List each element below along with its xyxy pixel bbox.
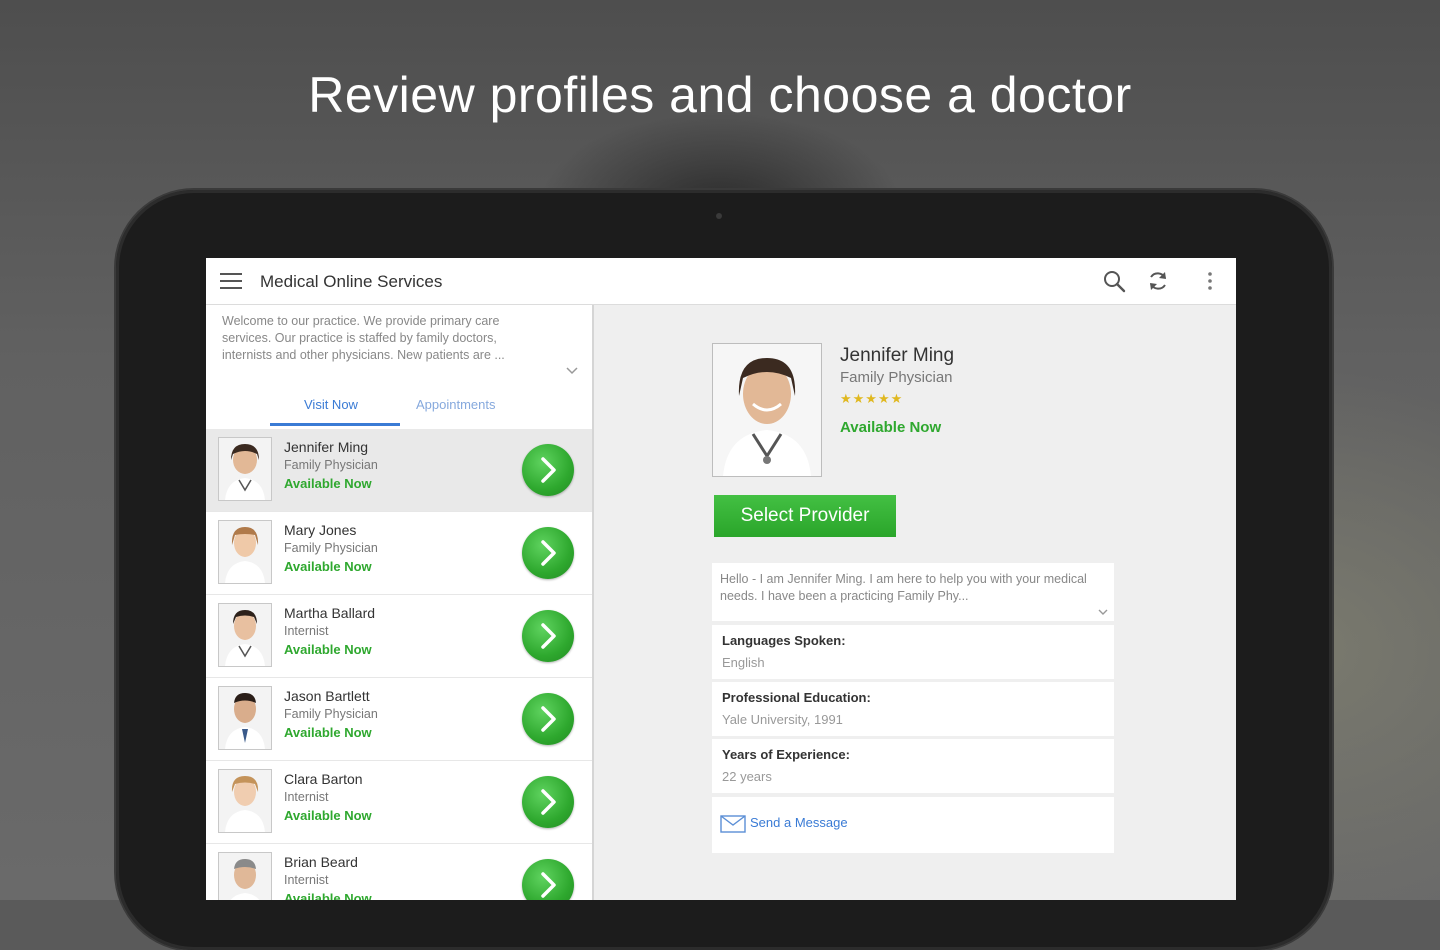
envelope-icon: [720, 815, 746, 833]
chevron-down-icon[interactable]: [1098, 609, 1108, 616]
list-item[interactable]: Mary Jones Family Physician Available No…: [206, 512, 592, 595]
list-item[interactable]: Clara Barton Internist Available Now: [206, 761, 592, 844]
provider-specialty: Family Physician: [284, 541, 378, 555]
camera-dot: [716, 213, 722, 219]
provider-detail-panel: Jennifer Ming Family Physician ★★★★★ Ava…: [594, 305, 1236, 900]
avatar: [218, 769, 272, 833]
availability-status: Available Now: [284, 559, 372, 574]
select-provider-arrow-button[interactable]: [522, 444, 574, 496]
availability-status: Available Now: [284, 808, 372, 823]
list-item[interactable]: Martha Ballard Internist Available Now: [206, 595, 592, 678]
provider-specialty: Internist: [284, 790, 329, 804]
availability-status: Available Now: [284, 725, 372, 740]
avatar: [218, 603, 272, 667]
experience-card: Years of Experience: 22 years: [712, 739, 1114, 793]
list-item[interactable]: Jennifer Ming Family Physician Available…: [206, 429, 592, 512]
star-rating: ★★★★★: [840, 391, 904, 406]
list-item[interactable]: Jason Bartlett Family Physician Availabl…: [206, 678, 592, 761]
tab-visit-now[interactable]: Visit Now: [304, 397, 358, 412]
chevron-right-icon: [541, 540, 556, 566]
list-item[interactable]: Brian Beard Internist Available Now: [206, 844, 592, 900]
chevron-right-icon: [541, 457, 556, 483]
avatar: [218, 520, 272, 584]
provider-list: Jennifer Ming Family Physician Available…: [206, 429, 592, 900]
select-provider-button[interactable]: Select Provider: [714, 495, 896, 537]
provider-specialty: Internist: [284, 624, 329, 638]
provider-name: Jason Bartlett: [284, 688, 370, 704]
avatar: [218, 437, 272, 501]
search-icon[interactable]: [1102, 269, 1126, 293]
action-bar: Medical Online Services: [206, 258, 1236, 305]
select-provider-arrow-button[interactable]: [522, 610, 574, 662]
chevron-right-icon: [541, 706, 556, 732]
profile-availability: Available Now: [840, 419, 942, 436]
bio-text: Hello - I am Jennifer Ming. I am here to…: [720, 572, 1087, 603]
provider-list-panel: Welcome to our practice. We provide prim…: [206, 305, 594, 900]
availability-status: Available Now: [284, 642, 372, 657]
active-tab-indicator: [270, 423, 400, 426]
promo-headline: Review profiles and choose a doctor: [308, 67, 1132, 123]
avatar: [218, 686, 272, 750]
provider-specialty: Family Physician: [284, 458, 378, 472]
availability-status: Available Now: [284, 891, 372, 900]
send-message-link[interactable]: Send a Message: [712, 797, 1114, 853]
avatar: [218, 852, 272, 900]
chevron-right-icon: [541, 623, 556, 649]
chevron-down-icon[interactable]: [566, 367, 578, 375]
provider-name: Martha Ballard: [284, 605, 376, 621]
provider-name: Jennifer Ming: [284, 439, 369, 455]
provider-specialty: Internist: [284, 873, 329, 887]
select-provider-arrow-button[interactable]: [522, 776, 574, 828]
refresh-icon[interactable]: [1146, 269, 1170, 293]
provider-photo: [712, 343, 822, 477]
chevron-right-icon: [541, 872, 556, 898]
education-value: Yale University, 1991: [722, 712, 843, 727]
hamburger-menu-icon[interactable]: [220, 273, 242, 289]
profile-specialty: Family Physician: [840, 369, 953, 386]
languages-value: English: [722, 655, 765, 670]
provider-name: Brian Beard: [284, 854, 358, 870]
app-screen: Medical Online Services Welcome to our p…: [206, 258, 1236, 900]
education-label: Professional Education:: [722, 690, 871, 705]
experience-label: Years of Experience:: [722, 747, 850, 762]
languages-card: Languages Spoken: English: [712, 625, 1114, 679]
select-provider-arrow-button[interactable]: [522, 527, 574, 579]
tab-bar: Visit Now Appointments: [270, 391, 530, 427]
overflow-menu-icon[interactable]: [1198, 269, 1222, 293]
send-message-label: Send a Message: [750, 815, 848, 830]
education-card: Professional Education: Yale University,…: [712, 682, 1114, 736]
availability-status: Available Now: [284, 476, 372, 491]
chevron-right-icon: [541, 789, 556, 815]
provider-name: Clara Barton: [284, 771, 363, 787]
app-title: Medical Online Services: [260, 272, 443, 291]
select-provider-arrow-button[interactable]: [522, 859, 574, 900]
tab-appointments[interactable]: Appointments: [416, 397, 496, 412]
bio-card[interactable]: Hello - I am Jennifer Ming. I am here to…: [712, 563, 1114, 621]
experience-value: 22 years: [722, 769, 772, 784]
profile-name: Jennifer Ming: [840, 345, 955, 366]
provider-specialty: Family Physician: [284, 707, 378, 721]
select-provider-arrow-button[interactable]: [522, 693, 574, 745]
provider-name: Mary Jones: [284, 522, 357, 538]
languages-label: Languages Spoken:: [722, 633, 846, 648]
welcome-text: Welcome to our practice. We provide prim…: [222, 314, 505, 362]
